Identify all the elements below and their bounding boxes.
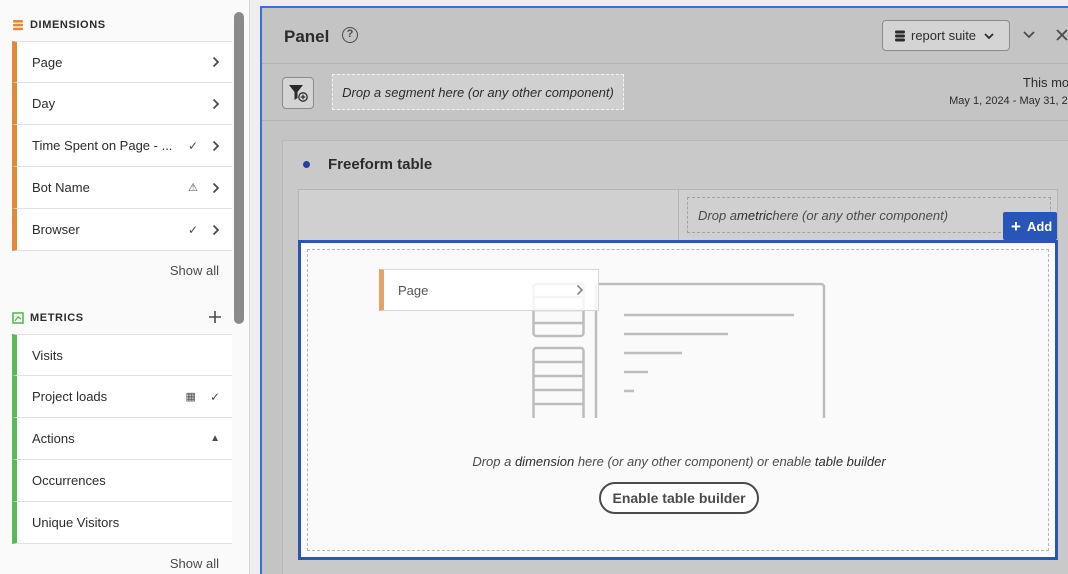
segment-row: Drop a segment here (or any other compon… (262, 65, 1068, 121)
chevron-right-icon[interactable] (212, 140, 220, 152)
add-button[interactable]: + Add (1003, 212, 1057, 240)
chevron-right-icon[interactable] (212, 98, 220, 110)
panel-title[interactable]: Panel (284, 27, 329, 47)
plus-icon: + (1011, 216, 1021, 236)
dimension-item-label: Browser (32, 222, 80, 237)
enable-table-builder-button[interactable]: Enable table builder (599, 482, 759, 514)
item-icons: ✓ (188, 223, 220, 237)
help-icon[interactable]: ? (342, 27, 358, 43)
item-icons (212, 56, 220, 68)
visualization-status-dot (303, 161, 310, 168)
metric-item[interactable]: Actions ▲ (12, 418, 232, 460)
metrics-show-all-link[interactable]: Show all (170, 556, 219, 571)
filter-add-icon (289, 85, 308, 102)
metric-list: Visits Project loads ▦ ✓ Actions ▲ Occurrences… (12, 334, 232, 544)
item-icons: ⚠ (188, 181, 220, 194)
dimension-list: Page Day Time Spent on Page - ... ✓ Bot Name… (12, 41, 232, 251)
metric-drop-suffix: here (or any other component) (772, 207, 949, 223)
dimension-item-label: Bot Name (32, 180, 90, 195)
database-icon (895, 30, 905, 41)
dragged-dimension-label: Page (398, 282, 429, 298)
add-segment-button[interactable] (282, 77, 314, 109)
panel-header: Panel ? report suite (262, 8, 1068, 64)
metric-item-label: Project loads (32, 389, 108, 404)
collapse-panel-icon[interactable] (1022, 28, 1036, 42)
dimension-item[interactable]: Browser ✓ (12, 209, 232, 251)
check-icon: ✓ (187, 222, 198, 237)
add-button-label: Add (1026, 218, 1053, 234)
report-suite-dropdown[interactable]: report suite (882, 20, 1010, 51)
check-icon: ✓ (209, 389, 220, 404)
metric-item[interactable]: Visits (12, 334, 232, 376)
item-icons: ▲ (210, 433, 220, 444)
adobe-icon: ▲ (210, 433, 220, 444)
rail-scrollbar[interactable] (234, 12, 244, 324)
metric-item[interactable]: Unique Visitors (12, 502, 232, 544)
check-icon: ✓ (187, 138, 198, 153)
dimension-item-label: Page (32, 54, 63, 70)
chevron-down-icon (984, 32, 994, 39)
metrics-header: METRICS (12, 310, 84, 326)
date-range-value[interactable]: May 1, 2024 - May 31, 202 (949, 95, 1068, 107)
chevron-right-icon[interactable] (212, 182, 220, 194)
dimensions-show-all-link[interactable]: Show all (170, 263, 219, 278)
dimension-drop-text: Drop a dimension here (or any other comp… (308, 454, 1050, 469)
dimension-item-label: Time Spent on Page - ... (32, 138, 173, 153)
dimension-drop-prefix: Drop a (472, 454, 515, 469)
metric-item-label: Visits (32, 347, 63, 363)
date-range-title[interactable]: This mont (1023, 75, 1068, 90)
dimension-stack-icon (13, 20, 23, 31)
dimension-item[interactable]: Bot Name ⚠ (12, 167, 232, 209)
table-corner-cell (299, 190, 679, 240)
close-panel-icon[interactable] (1055, 28, 1068, 42)
dimensions-header-label: DIMENSIONS (30, 19, 106, 31)
dimension-item[interactable]: Time Spent on Page - ... ✓ (12, 125, 232, 167)
chevron-right-icon[interactable] (212, 56, 220, 68)
item-icons (212, 98, 220, 110)
table-header-row: Drop a metric here (or any other compone… (298, 189, 1058, 241)
metric-item-label: Unique Visitors (32, 515, 120, 530)
dimension-item[interactable]: Day (12, 83, 232, 125)
freeform-table-title[interactable]: Freeform table (328, 156, 432, 173)
table-builder-keyword: table builder (814, 454, 886, 469)
warning-icon: ⚠ (188, 182, 198, 194)
chevron-right-icon[interactable] (212, 224, 220, 236)
calculator-icon: ▦ (185, 391, 196, 403)
metric-drop-prefix: Drop a (698, 207, 738, 223)
dragged-dimension-ghost[interactable]: Page (379, 269, 599, 311)
metric-icon (12, 312, 24, 324)
metrics-header-label: METRICS (30, 312, 84, 324)
chevron-right-icon (576, 284, 584, 296)
segment-drop-zone[interactable]: Drop a segment here (or any other compon… (332, 74, 624, 110)
dimension-drop-middle: here (or any other component) or enable (574, 454, 815, 469)
report-suite-label: report suite (911, 28, 977, 43)
dimension-item-label: Day (32, 96, 56, 111)
item-icons: ▦ ✓ (186, 390, 220, 404)
metric-item-label: Actions (32, 431, 75, 446)
metric-item-label: Occurrences (32, 473, 106, 488)
metric-drop-zone[interactable]: Drop a metric here (or any other compone… (687, 197, 1051, 233)
add-metric-icon[interactable] (208, 310, 222, 324)
components-rail: DIMENSIONS Page Day Time Spent on Page - .… (0, 0, 250, 574)
dimension-drop-keyword: dimension (514, 454, 575, 469)
metric-item[interactable]: Occurrences (12, 460, 232, 502)
dimension-item[interactable]: Page (12, 41, 232, 83)
metric-drop-keyword: metric (737, 207, 773, 223)
item-icons: ✓ (188, 139, 220, 153)
dimensions-header: DIMENSIONS (12, 17, 106, 33)
metric-item[interactable]: Project loads ▦ ✓ (12, 376, 232, 418)
